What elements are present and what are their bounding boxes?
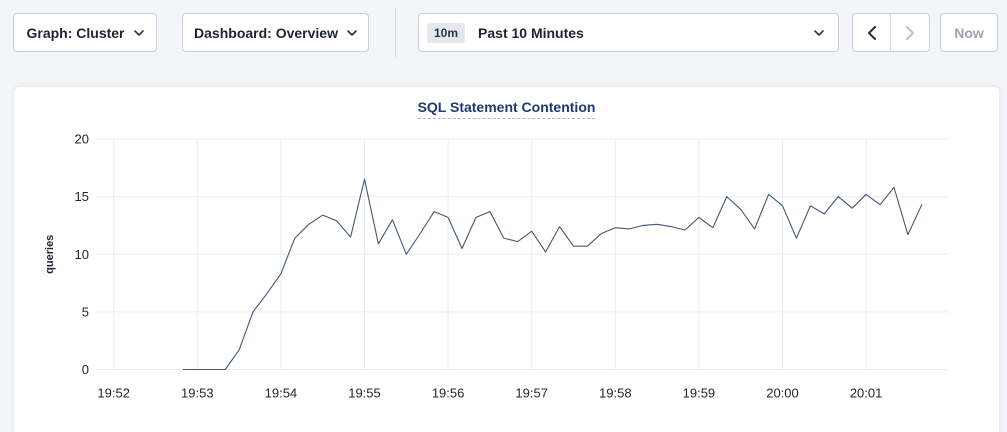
x-axis-tick-label: 19:53 (181, 386, 214, 401)
dashboard-dropdown[interactable]: Dashboard: Overview (182, 13, 369, 52)
y-axis-tick-label: 20 (75, 132, 89, 147)
series-line (183, 179, 921, 369)
chart-panel: SQL Statement Contention 0510152019:5219… (13, 86, 1000, 432)
y-axis-tick-label: 5 (82, 304, 89, 319)
sql-statement-contention-chart[interactable]: 0 5 10 15 20 19:52 19:53 19:54 19:55 19:56 19:57 19… (14, 87, 1001, 427)
time-step-buttons (852, 13, 930, 52)
x-axis-tick-label: 19:52 (97, 386, 130, 401)
x-axis-tick-label: 19:59 (683, 386, 716, 401)
chevron-left-icon (868, 26, 876, 40)
x-axis-tick-label: 19:57 (515, 386, 548, 401)
chevron-down-icon (347, 30, 357, 36)
x-axis-tick-label: 19:54 (265, 386, 298, 401)
x-axis-tick-label: 19:58 (599, 386, 632, 401)
toolbar-divider (395, 8, 396, 57)
y-axis-label: queries (44, 235, 56, 274)
graph-dropdown-label: Graph: Cluster (26, 25, 124, 41)
chevron-down-icon (134, 30, 144, 36)
chevron-right-icon (906, 26, 914, 40)
y-axis-tick-label: 15 (75, 189, 89, 204)
time-window-label: Past 10 Minutes (478, 25, 801, 41)
time-window-badge: 10m (427, 23, 465, 43)
y-axis-tick-label: 0 (82, 362, 89, 377)
next-time-button[interactable] (891, 14, 929, 51)
x-axis-tick-label: 19:56 (432, 386, 465, 401)
y-axis-tick-label: 10 (75, 247, 89, 262)
dashboard-dropdown-label: Dashboard: Overview (194, 25, 338, 41)
x-axis-tick-label: 20:01 (850, 386, 883, 401)
x-axis-tick-label: 19:55 (348, 386, 381, 401)
now-button[interactable]: Now (940, 13, 998, 52)
time-window-picker[interactable]: 10m Past 10 Minutes (418, 13, 839, 52)
now-button-label: Now (954, 25, 984, 41)
graph-dropdown[interactable]: Graph: Cluster (13, 13, 157, 52)
chevron-down-icon (814, 30, 824, 36)
x-axis-tick-label: 20:00 (766, 386, 799, 401)
prev-time-button[interactable] (853, 14, 891, 51)
toolbar: Graph: Cluster Dashboard: Overview 10m P… (0, 0, 1007, 85)
